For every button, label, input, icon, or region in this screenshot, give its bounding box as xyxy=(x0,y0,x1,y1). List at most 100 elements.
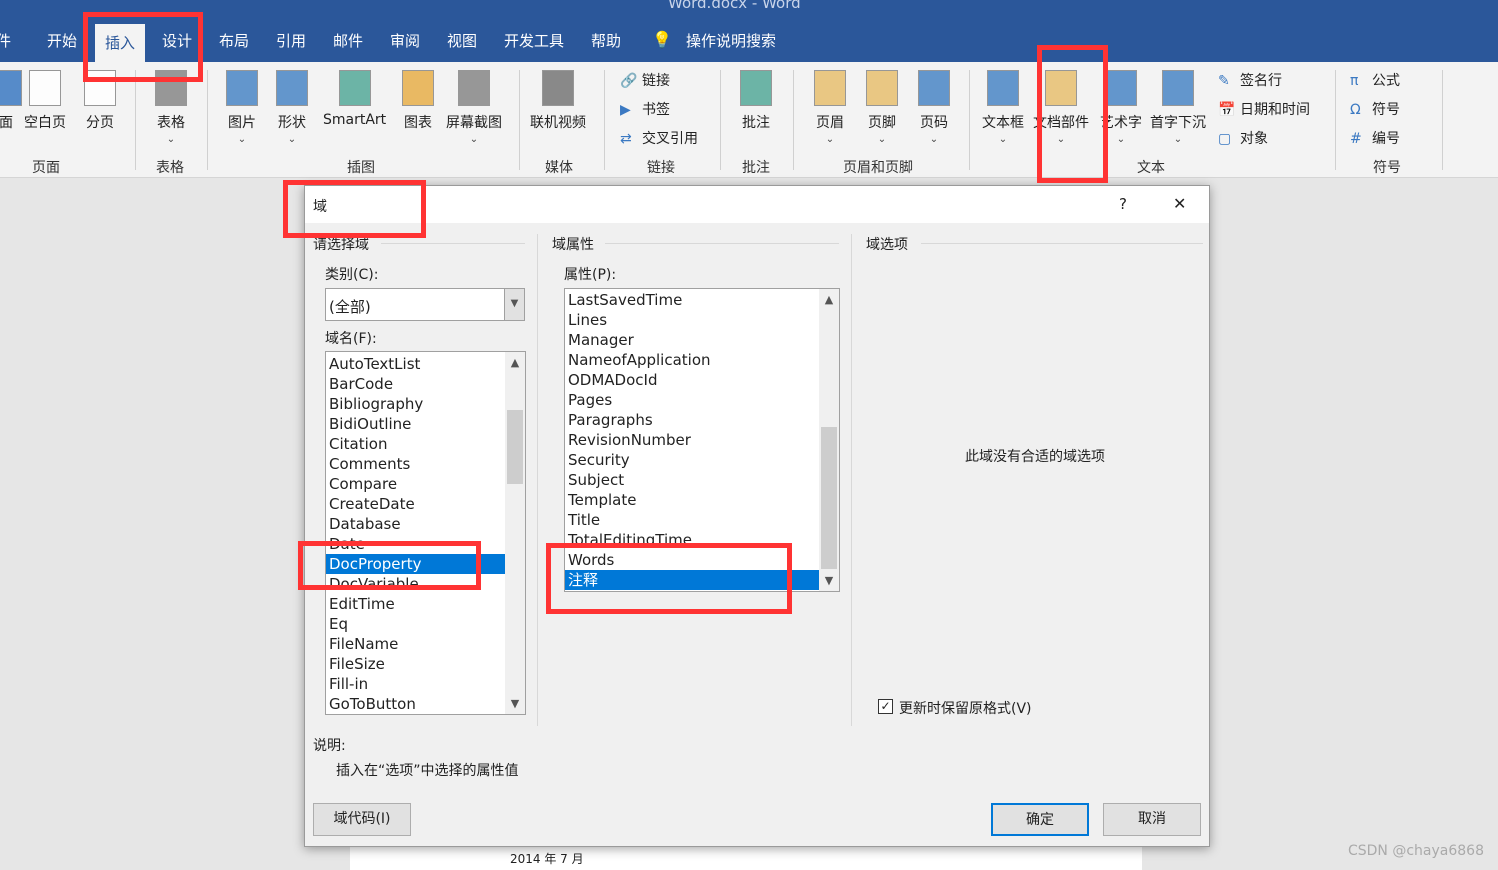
list-item[interactable]: BidiOutline xyxy=(326,414,505,434)
tab-8[interactable]: 视图 xyxy=(447,30,477,51)
chevron-down-icon[interactable]: ▼ xyxy=(504,289,524,320)
ribbon-button-12[interactable]: 页脚 ⌄ xyxy=(866,70,898,145)
tab-3[interactable]: 设计 xyxy=(162,30,192,51)
tab-4[interactable]: 布局 xyxy=(219,30,249,51)
dialog-title: 域 xyxy=(313,199,327,215)
ribbon-separator xyxy=(793,70,794,170)
list-item[interactable]: Pages xyxy=(565,390,819,410)
preserve-format-checkbox[interactable]: ✓ xyxy=(878,699,893,714)
chevron-down-icon: ⌄ xyxy=(287,134,297,145)
list-item[interactable]: Security xyxy=(565,450,819,470)
tab-2[interactable]: 插入 xyxy=(95,24,146,62)
tab-1[interactable]: 开始 xyxy=(47,30,77,51)
ribbon-button-0[interactable]: 面 xyxy=(0,70,22,132)
ribbon-button-5[interactable]: 形状 ⌄ xyxy=(276,70,308,145)
list-item[interactable]: FileSize xyxy=(326,654,505,674)
description-label: 说明: xyxy=(313,738,346,754)
scrollbar[interactable]: ▲ ▼ xyxy=(819,289,839,591)
scroll-up-icon[interactable]: ▲ xyxy=(819,293,839,306)
properties-list[interactable]: LastSavedTime Lines Manager NameofApplicati… xyxy=(564,288,840,592)
list-item[interactable]: LastSavedTime xyxy=(565,290,819,310)
scroll-thumb[interactable] xyxy=(507,410,523,484)
ribbon-button-8[interactable]: 屏幕截图 ⌄ xyxy=(446,70,502,145)
list-item[interactable]: DocProperty xyxy=(326,554,505,574)
list-item[interactable]: BarCode xyxy=(326,374,505,394)
list-item[interactable]: Database xyxy=(326,514,505,534)
category-select[interactable]: (全部) ▼ xyxy=(325,288,525,321)
ribbon-small-label: 符号 xyxy=(1372,102,1400,118)
list-item[interactable]: Bibliography xyxy=(326,394,505,414)
tab-6[interactable]: 邮件 xyxy=(333,30,363,51)
list-item[interactable]: Citation xyxy=(326,434,505,454)
list-item[interactable]: ODMADocId xyxy=(565,370,819,390)
ribbon-button-10[interactable]: 批注 xyxy=(740,70,772,132)
ribbon-small-button-2[interactable]: ⇄ 交叉引用 xyxy=(620,128,698,148)
list-item[interactable]: Date xyxy=(326,534,505,554)
scroll-down-icon[interactable]: ▼ xyxy=(819,574,839,587)
list-item[interactable]: CreateDate xyxy=(326,494,505,514)
ribbon-small-button-7[interactable]: Ω 符号 xyxy=(1350,99,1400,119)
ribbon-button-15[interactable]: 文档部件 ⌄ xyxy=(1033,70,1089,145)
list-item[interactable]: NameofApplication xyxy=(565,350,819,370)
tab-10[interactable]: 帮助 xyxy=(591,30,621,51)
ribbon-small-button-5[interactable]: ▢ 对象 xyxy=(1218,128,1268,148)
field-codes-button[interactable]: 域代码(I) xyxy=(313,803,411,836)
ribbon-button-14[interactable]: 文本框 ⌄ xyxy=(982,70,1024,145)
scrollbar[interactable]: ▲ ▼ xyxy=(505,352,525,714)
tab-0[interactable]: 件 xyxy=(0,30,11,51)
close-button[interactable]: ✕ xyxy=(1173,194,1186,213)
list-item[interactable]: Subject xyxy=(565,470,819,490)
ribbon-button-6[interactable]: SmartArt xyxy=(323,70,386,128)
field-names-list[interactable]: AutoTextList BarCode Bibliography BidiOutli… xyxy=(325,351,526,715)
list-item[interactable]: TotalEditingTime xyxy=(565,530,819,550)
list-item[interactable]: Lines xyxy=(565,310,819,330)
list-item[interactable]: 注释 xyxy=(565,570,819,590)
ribbon-button-label: 空白页 xyxy=(24,115,66,131)
preserve-format-label[interactable]: 更新时保留原格式(V) xyxy=(899,698,1032,718)
list-item[interactable]: Eq xyxy=(326,614,505,634)
tab-7[interactable]: 审阅 xyxy=(390,30,420,51)
list-item[interactable]: Words xyxy=(565,550,819,570)
ribbon-small-button-3[interactable]: ✎ 签名行 xyxy=(1218,70,1282,90)
cancel-button[interactable]: 取消 xyxy=(1103,803,1201,836)
list-item[interactable]: Manager xyxy=(565,330,819,350)
ribbon-small-button-0[interactable]: 🔗 链接 xyxy=(620,70,670,90)
list-item[interactable]: FileName xyxy=(326,634,505,654)
list-item[interactable]: DocVariable xyxy=(326,574,505,594)
choose-field-section: 请选择域 xyxy=(313,237,369,253)
ribbon-button-9[interactable]: 联机视频 xyxy=(530,70,586,132)
ribbon-button-2[interactable]: 分页 xyxy=(84,70,116,132)
list-item[interactable]: Template xyxy=(565,490,819,510)
ok-button[interactable]: 确定 xyxy=(991,803,1089,836)
ribbon-button-16[interactable]: 艺术字 ⌄ xyxy=(1100,70,1142,145)
ribbon-button-17[interactable]: 首字下沉 ⌄ xyxy=(1150,70,1206,145)
ribbon-button-3[interactable]: 表格 ⌄ xyxy=(155,70,187,145)
ribbon-button-7[interactable]: 图表 xyxy=(402,70,434,132)
list-item[interactable]: AutoTextList xyxy=(326,354,505,374)
ribbon-small-button-1[interactable]: ▶ 书签 xyxy=(620,99,670,119)
ribbon-small-button-6[interactable]: π 公式 xyxy=(1350,70,1400,90)
scroll-up-icon[interactable]: ▲ xyxy=(505,356,525,369)
ribbon-button-label: 表格 xyxy=(157,115,185,131)
help-button[interactable]: ? xyxy=(1119,195,1127,213)
ribbon-button-13[interactable]: 页码 ⌄ xyxy=(918,70,950,145)
ribbon-button-1[interactable]: 空白页 xyxy=(24,70,66,132)
list-item[interactable]: Paragraphs xyxy=(565,410,819,430)
list-item[interactable]: EditTime xyxy=(326,594,505,614)
list-item[interactable]: GoToButton xyxy=(326,694,505,714)
list-item[interactable]: Comments xyxy=(326,454,505,474)
ribbon-small-button-4[interactable]: 📅 日期和时间 xyxy=(1218,99,1310,119)
scroll-thumb[interactable] xyxy=(821,427,837,569)
tell-me-search[interactable]: 操作说明搜索 xyxy=(686,30,776,51)
ribbon-button-11[interactable]: 页眉 ⌄ xyxy=(814,70,846,145)
list-item[interactable]: RevisionNumber xyxy=(565,430,819,450)
tab-9[interactable]: 开发工具 xyxy=(504,30,564,51)
list-item[interactable]: Fill-in xyxy=(326,674,505,694)
ribbon-small-button-8[interactable]: # 编号 xyxy=(1350,128,1400,148)
category-label: 类别(C): xyxy=(325,267,379,283)
ribbon-button-4[interactable]: 图片 ⌄ xyxy=(226,70,258,145)
tab-5[interactable]: 引用 xyxy=(276,30,306,51)
list-item[interactable]: Title xyxy=(565,510,819,530)
list-item[interactable]: Compare xyxy=(326,474,505,494)
scroll-down-icon[interactable]: ▼ xyxy=(505,697,525,710)
